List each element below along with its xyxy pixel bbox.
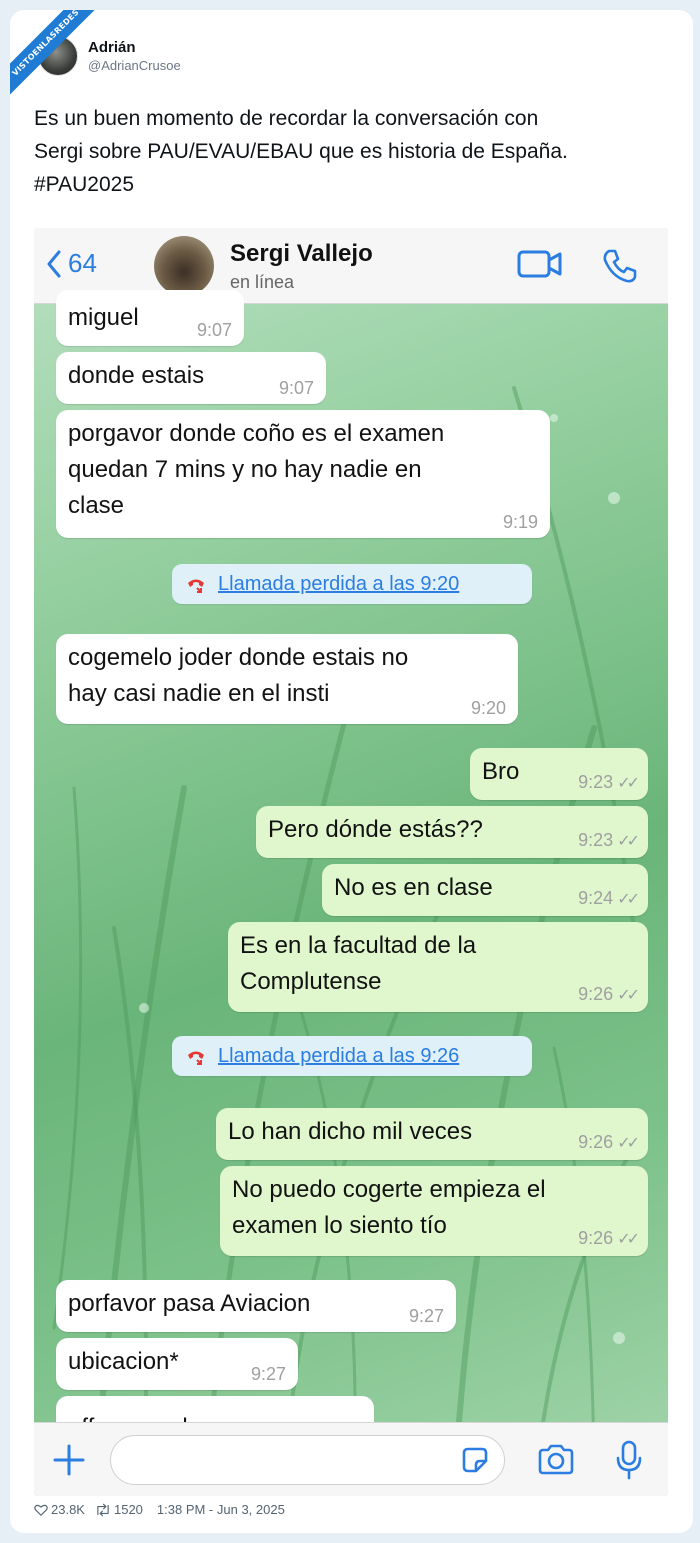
message-outgoing[interactable]: Es en la facultad de la Complutense 9:26…: [228, 922, 648, 1012]
tweet-text-line-2: Sergi sobre PAU/EVAU/EBAU que es histori…: [34, 140, 568, 163]
message-text-line: Es en la facultad de la: [240, 932, 477, 959]
message-text-line: porgavor donde coño es el examen: [68, 420, 445, 447]
contact-avatar[interactable]: [154, 236, 214, 296]
contact-status: en línea: [230, 272, 295, 292]
missed-call-text[interactable]: Llamada perdida a las 9:20: [218, 573, 459, 596]
read-ticks-icon: ✓✓: [617, 833, 640, 850]
message-incoming[interactable]: miguel 9:07: [56, 290, 244, 346]
message-outgoing[interactable]: Lo han dicho mil veces 9:26 ✓✓: [216, 1108, 648, 1160]
message-time: 9:23 ✓✓: [578, 772, 640, 792]
watermark-ribbon: VISTOENLASREDES: [10, 10, 104, 104]
heart-icon: [34, 1504, 48, 1516]
chat-screenshot: 64 Sergi Vallejo en línea miguel 9:07 do…: [34, 228, 668, 1496]
read-ticks-icon: ✓✓: [617, 987, 640, 1004]
message-text-line: cogemelo joder donde estais no: [68, 644, 409, 671]
message-text-line: Complutense: [240, 968, 382, 995]
missed-call-notice[interactable]: Llamada perdida a las 9:26: [172, 1036, 532, 1076]
message-time: 9:23 ✓✓: [578, 830, 640, 850]
message-text: donde estais: [68, 362, 205, 389]
message-time: 9:27: [250, 1364, 286, 1384]
camera-icon[interactable]: [536, 1443, 576, 1477]
message-time: 9:07: [196, 320, 232, 340]
message-text: porfavor pasa Aviacion: [68, 1290, 311, 1317]
message-incoming[interactable]: ubicacion* 9:27: [56, 1338, 298, 1390]
plus-icon[interactable]: [52, 1443, 86, 1477]
read-ticks-icon: ✓✓: [617, 1135, 640, 1152]
message-outgoing[interactable]: No es en clase 9:24 ✓✓: [322, 864, 648, 916]
message-time: 9:19: [502, 512, 538, 532]
missed-call-text[interactable]: Llamada perdida a las 9:26: [218, 1045, 459, 1068]
read-ticks-icon: ✓✓: [617, 1231, 640, 1248]
microphone-icon[interactable]: [614, 1439, 644, 1481]
message-text-line: clase: [68, 492, 125, 519]
back-button[interactable]: 64: [46, 248, 97, 279]
tweet-card: VISTOENLASREDES Adrián @AdrianCrusoe Es …: [10, 10, 693, 1533]
message-time: 9:24 ✓✓: [578, 888, 640, 908]
message-text-line: quedan 7 mins y no hay nadie en: [68, 456, 422, 483]
message-text-line: examen lo siento tío: [232, 1212, 447, 1239]
message-outgoing[interactable]: Pero dónde estás?? 9:23 ✓✓: [256, 806, 648, 858]
contact-name[interactable]: Sergi Vallejo: [230, 240, 373, 268]
chat-input-bar: [34, 1422, 668, 1496]
message-time: 9:26 ✓✓: [578, 984, 640, 1004]
back-chevron-icon: [47, 250, 61, 277]
read-ticks-icon: ✓✓: [617, 775, 640, 792]
message-text-line: No puedo cogerte empieza el: [232, 1176, 546, 1203]
message-outgoing[interactable]: No puedo cogerte empieza el examen lo si…: [220, 1166, 648, 1256]
missed-call-notice[interactable]: Llamada perdida a las 9:20: [172, 564, 532, 604]
missed-call-icon: [188, 1051, 204, 1065]
message-time: 9:07: [278, 378, 314, 398]
message-text-line: hay casi nadie en el insti: [68, 680, 330, 707]
message-time: 9:26 ✓✓: [578, 1132, 640, 1152]
message-incoming[interactable]: donde estais 9:07: [56, 352, 326, 404]
missed-call-icon: [188, 579, 204, 593]
message-time: 9:20: [470, 698, 506, 718]
hashtag-link[interactable]: #PAU2025: [34, 168, 674, 201]
phone-icon[interactable]: [600, 246, 640, 286]
unread-count: 64: [68, 248, 97, 278]
message-outgoing[interactable]: Bro 9:23 ✓✓: [470, 748, 648, 800]
watermark-text: VISTOENLASREDES: [10, 10, 104, 101]
tweet-stats: 23.8K 1520 1:38 PM - Jun 3, 2025: [34, 1502, 285, 1517]
tweet-text: Es un buen momento de recordar la conver…: [34, 102, 674, 201]
message-input[interactable]: [110, 1435, 505, 1485]
tweet-text-line-1: Es un buen momento de recordar la conver…: [34, 107, 539, 130]
message-incoming[interactable]: porfavor pasa Aviacion 9:27: [56, 1280, 456, 1332]
message-time: 9:27: [408, 1306, 444, 1326]
message-incoming[interactable]: porgavor donde coño es el examen quedan …: [56, 410, 550, 538]
message-incoming[interactable]: cogemelo joder donde estais no hay casi …: [56, 634, 518, 724]
message-time: 9:26 ✓✓: [578, 1228, 640, 1248]
retweet-icon: [97, 1503, 109, 1516]
message-text: Lo han dicho mil veces: [228, 1118, 473, 1145]
retweet-count[interactable]: 1520: [95, 1502, 143, 1517]
like-count[interactable]: 23.8K: [34, 1502, 85, 1517]
video-call-icon[interactable]: [516, 246, 564, 282]
sticker-icon[interactable]: [460, 1445, 490, 1475]
read-ticks-icon: ✓✓: [617, 891, 640, 908]
tweet-timestamp[interactable]: 1:38 PM - Jun 3, 2025: [157, 1502, 285, 1517]
